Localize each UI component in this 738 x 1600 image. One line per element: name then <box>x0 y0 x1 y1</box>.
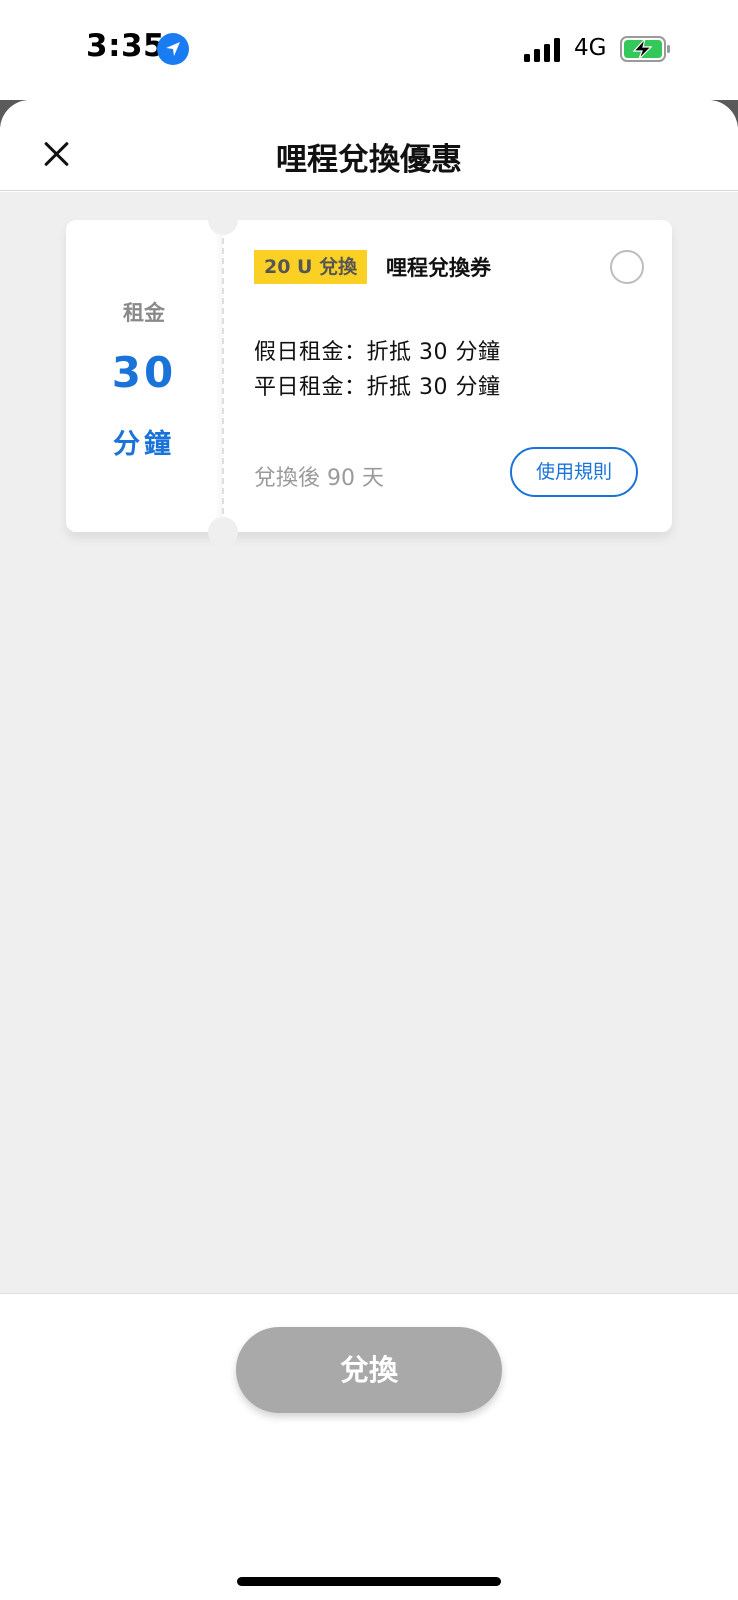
coupon-value-unit: 分鐘 <box>113 429 175 460</box>
select-radio[interactable] <box>610 250 644 284</box>
footer-bar: 兌換 <box>0 1293 738 1503</box>
status-time: 3:35 <box>86 28 166 64</box>
ticket-notch-bottom <box>208 517 238 547</box>
coupon-name: 哩程兌換券 <box>386 256 491 280</box>
network-type: 4G <box>574 35 607 61</box>
status-bar: 3:35 4G <box>0 0 738 100</box>
ticket-notch-top <box>208 205 238 235</box>
coupon-value-section: 租金 30 分鐘 <box>66 220 222 532</box>
screen: 3:35 4G 哩程兌換優惠 租金 30 分鐘 20 U 兌換 哩程兌換券 假日… <box>0 0 738 1600</box>
usage-rules-button[interactable]: 使用規則 <box>510 447 638 497</box>
redeem-button[interactable]: 兌換 <box>236 1327 502 1413</box>
coupon-expiry: 兌換後 90 天 <box>254 466 384 491</box>
coupon-detail-holiday: 假日租金：折抵 30 分鐘 <box>254 340 501 365</box>
cost-badge: 20 U 兌換 <box>254 250 368 284</box>
coupon-info-section: 20 U 兌換 哩程兌換券 假日租金：折抵 30 分鐘 平日租金：折抵 30 分… <box>222 220 672 532</box>
coupon-detail-weekday: 平日租金：折抵 30 分鐘 <box>254 375 501 400</box>
coupon-value-amount: 30 <box>111 348 177 397</box>
coupon-card[interactable]: 租金 30 分鐘 20 U 兌換 哩程兌換券 假日租金：折抵 30 分鐘 平日租… <box>66 205 672 547</box>
page-title: 哩程兌換優惠 <box>276 142 462 178</box>
location-arrow-icon <box>157 33 189 65</box>
coupon-list: 租金 30 分鐘 20 U 兌換 哩程兌換券 假日租金：折抵 30 分鐘 平日租… <box>0 192 738 1392</box>
coupon-value-label: 租金 <box>123 301 165 325</box>
home-indicator[interactable] <box>237 1577 501 1586</box>
modal-header: 哩程兌換優惠 <box>0 100 738 191</box>
signal-icon <box>524 38 562 62</box>
perforation-divider <box>222 238 224 514</box>
battery-charging-icon <box>620 36 672 62</box>
